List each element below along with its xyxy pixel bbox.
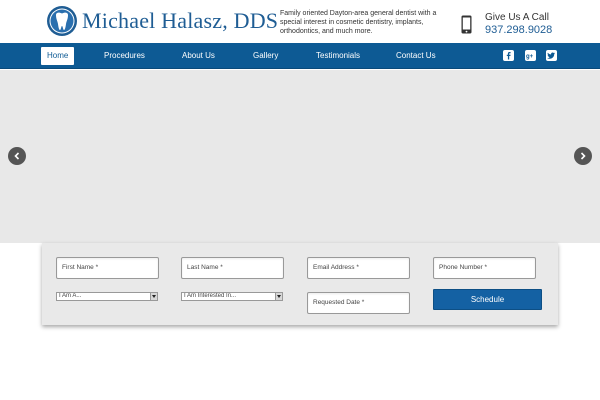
svg-text:g+: g+ <box>526 54 534 60</box>
facebook-icon[interactable] <box>503 50 514 61</box>
site-header: Michael Halasz, DDS Family oriented Dayt… <box>0 0 600 43</box>
call-label: Give Us A Call <box>485 12 552 24</box>
interested-in-select[interactable]: I Am Interested In... <box>181 292 283 301</box>
call-block: Give Us A Call 937.298.9028 <box>485 12 552 37</box>
tagline: Family oriented Dayton-area general dent… <box>280 9 440 36</box>
hero-slider <box>0 70 600 243</box>
i-am-select[interactable]: I Am A... <box>56 292 158 301</box>
nav-item-gallery[interactable]: Gallery <box>253 47 278 65</box>
nav-item-contact-us[interactable]: Contact Us <box>396 47 436 65</box>
slider-next-button[interactable] <box>574 147 592 165</box>
phone-field[interactable]: Phone Number * <box>433 257 536 279</box>
phone-number-link[interactable]: 937.298.9028 <box>485 24 552 37</box>
main-nav: Home Procedures About Us Gallery Testimo… <box>0 43 600 69</box>
last-name-field[interactable]: Last Name * <box>181 257 284 279</box>
nav-item-home[interactable]: Home <box>41 47 74 65</box>
appointment-form: First Name * Last Name * Email Address *… <box>42 243 558 325</box>
interested-in-select-value: I Am Interested In... <box>184 293 236 299</box>
slider-prev-button[interactable] <box>8 147 26 165</box>
mobile-phone-icon <box>461 15 472 34</box>
email-field[interactable]: Email Address * <box>307 257 410 279</box>
logo-text: Michael Halasz, DDS <box>82 8 278 34</box>
nav-item-procedures[interactable]: Procedures <box>104 47 145 65</box>
nav-item-testimonials[interactable]: Testimonials <box>316 47 360 65</box>
requested-date-field[interactable]: Requested Date * <box>307 292 410 314</box>
logo[interactable]: Michael Halasz, DDS <box>46 5 278 37</box>
tooth-logo-icon <box>46 5 78 37</box>
first-name-field[interactable]: First Name * <box>56 257 159 279</box>
dropdown-arrow-icon <box>150 293 157 300</box>
schedule-button[interactable]: Schedule <box>433 289 542 310</box>
google-plus-icon[interactable]: g+ <box>525 50 536 61</box>
chevron-left-icon <box>13 152 21 160</box>
twitter-icon[interactable] <box>546 50 557 61</box>
nav-item-about-us[interactable]: About Us <box>182 47 215 65</box>
chevron-right-icon <box>579 152 587 160</box>
i-am-select-value: I Am A... <box>59 293 81 299</box>
dropdown-arrow-icon <box>275 293 282 300</box>
